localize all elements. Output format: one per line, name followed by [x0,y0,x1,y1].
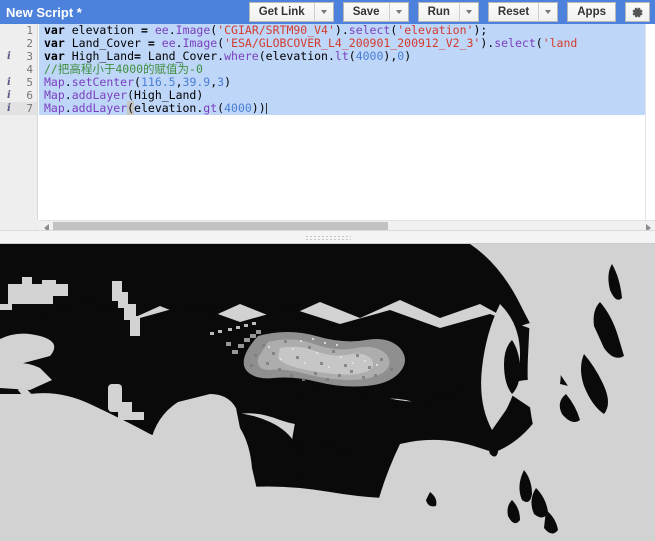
save-button-group: Save [342,2,409,22]
gutter-line[interactable]: i6 [0,89,37,102]
reset-button-group: Reset [487,2,559,22]
apps-button-group: Apps [567,2,616,22]
line-number: 1 [26,24,33,37]
settings-button-group [625,2,650,22]
info-marker-icon[interactable]: i [7,76,11,89]
line-number: 4 [26,63,33,76]
chevron-down-icon [395,10,402,14]
get-link-button[interactable]: Get Link [248,2,314,22]
gutter-line[interactable]: i3 [0,50,37,63]
line-number-gutter: 1 2 i3 4 i5 i6 i7 [0,24,38,230]
chevron-down-icon [320,10,327,14]
panel-splitter[interactable] [0,230,655,244]
info-marker-icon[interactable]: i [7,102,11,115]
code-text-area[interactable]: var elevation = ee.Image('CGIAR/SRTM90_V… [39,24,645,220]
chevron-down-icon [545,10,552,14]
code-line[interactable]: Map.addLayer(elevation.gt(4000)) [39,101,645,115]
chevron-down-icon [465,10,472,14]
line-number: 3 [26,50,33,63]
gutter-line[interactable]: 2 [0,37,37,50]
toolbar-button-area: Get Link Save Run Reset Apps [248,0,655,24]
gutter-line[interactable]: i7 [0,102,37,115]
reset-button[interactable]: Reset [487,2,539,22]
world-map-render [0,244,655,541]
drag-grip-icon[interactable] [304,234,351,240]
run-button-group: Run [417,2,479,22]
get-link-button-group: Get Link [248,2,334,22]
line-number: 6 [26,89,33,102]
gutter-line[interactable]: 1 [0,24,37,37]
reset-dropdown-button[interactable] [538,2,559,22]
code-editor[interactable]: 1 2 i3 4 i5 i6 i7 var elevation = ee.Ima… [0,24,655,234]
gutter-line[interactable]: i5 [0,76,37,89]
map-viewport[interactable]: CSDN @大白成长记Jan [0,244,655,541]
info-marker-icon[interactable]: i [7,89,11,102]
apps-button[interactable]: Apps [567,2,616,22]
info-marker-icon[interactable]: i [7,50,11,63]
run-button[interactable]: Run [417,2,459,22]
get-link-dropdown-button[interactable] [313,2,334,22]
app-toolbar: New Script * Get Link Save Run Reset App… [0,0,655,24]
settings-button[interactable] [625,2,650,22]
save-button[interactable]: Save [342,2,389,22]
save-dropdown-button[interactable] [388,2,409,22]
script-title[interactable]: New Script * [0,5,82,20]
line-number: 7 [26,102,33,115]
gutter-line[interactable]: 4 [0,63,37,76]
line-number: 2 [26,37,33,50]
text-cursor [265,103,267,114]
line-number: 5 [26,76,33,89]
comment-text: //把高程小于4000的赋值为-0 [44,62,203,76]
run-dropdown-button[interactable] [458,2,479,22]
gear-icon [632,6,643,18]
editor-right-edge [645,24,655,220]
